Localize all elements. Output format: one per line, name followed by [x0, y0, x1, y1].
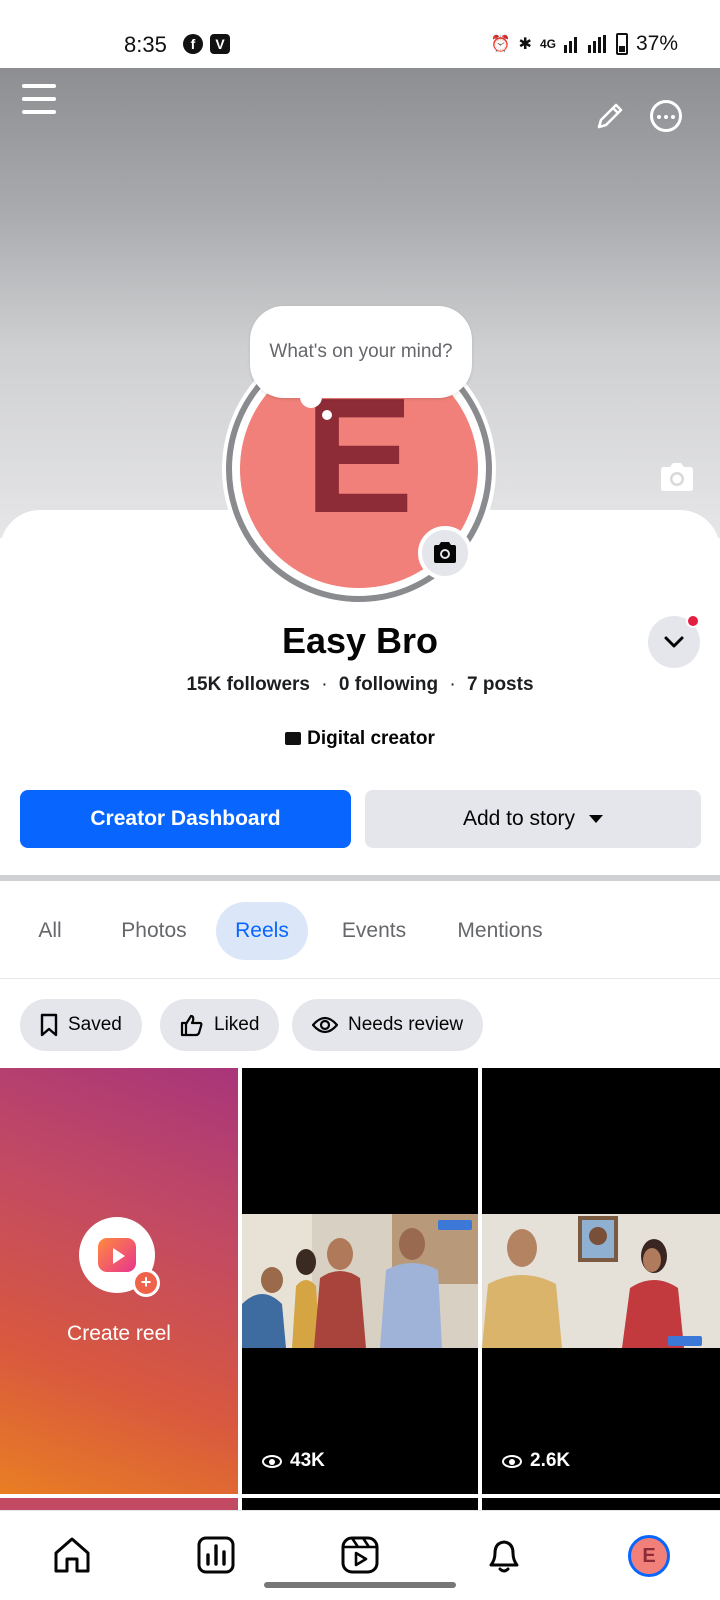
battery-percent: 37% [635, 32, 678, 55]
video-icon[interactable] [338, 1533, 382, 1577]
camera-icon[interactable] [658, 462, 696, 492]
eye-icon [312, 1016, 338, 1034]
view-count: 2.6K [502, 1450, 570, 1472]
bubble-tail [300, 386, 322, 408]
reel-thumbnail[interactable]: 43K [242, 1068, 478, 1494]
status-indicators: ⏰ ✱ 4G 37% [491, 32, 678, 56]
status-bar: 8:35 f V ⏰ ✱ 4G 37% [0, 0, 720, 68]
tab-photos[interactable]: Photos [104, 902, 204, 960]
thought-bubble[interactable]: What's on your mind? [250, 306, 472, 398]
posts-count[interactable]: 7 posts [467, 674, 534, 695]
signal-icon [563, 35, 606, 53]
home-indicator[interactable] [264, 1582, 456, 1588]
more-dots-icon[interactable] [650, 100, 682, 132]
profile-category: Digital creator [0, 728, 720, 750]
reel-preview-image [482, 1214, 720, 1348]
bookmark-icon [40, 1013, 58, 1037]
add-to-story-label: Add to story [462, 807, 576, 830]
tab-label: Events [341, 919, 407, 942]
profile-stats: 15K followers · 0 following · 7 posts [0, 674, 720, 696]
tab-label: All [38, 919, 62, 942]
hamburger-icon[interactable] [22, 84, 56, 116]
tab-label: Photos [121, 919, 187, 942]
v-app-icon: V [210, 34, 230, 54]
tab-reels[interactable]: Reels [216, 902, 308, 960]
followers-count[interactable]: 15K followers [186, 674, 310, 695]
following-count[interactable]: 0 following [339, 674, 438, 695]
camera-icon [434, 542, 456, 563]
plus-icon: + [132, 1269, 160, 1297]
bell-icon[interactable] [482, 1533, 526, 1577]
thought-bubble-text: What's on your mind? [269, 341, 453, 362]
caret-down-icon [589, 815, 604, 823]
chip-needs-review[interactable]: Needs review [292, 999, 484, 1051]
tabs-divider [0, 978, 720, 979]
tab-label: Reels [235, 919, 289, 942]
profile-name: Easy Bro [281, 620, 439, 661]
add-to-story-button[interactable]: Add to story [365, 790, 701, 848]
chip-label: Liked [214, 1014, 260, 1035]
view-count-value: 2.6K [530, 1450, 571, 1471]
play-icon [113, 1248, 125, 1264]
reels-icon [98, 1238, 136, 1272]
create-reel-tile[interactable]: + Create reel [0, 1068, 238, 1494]
tab-mentions[interactable]: Mentions [438, 902, 562, 960]
next-row-tile [482, 1498, 720, 1510]
avatar-letter: E [304, 364, 414, 547]
chip-saved[interactable]: Saved [20, 999, 142, 1051]
view-count: 43K [262, 1450, 325, 1472]
battery-icon [615, 33, 628, 55]
section-divider [0, 875, 720, 881]
chip-label: Needs review [348, 1014, 464, 1035]
avatar-camera-button[interactable] [418, 526, 472, 580]
next-row-tile [0, 1498, 238, 1510]
chip-liked[interactable]: Liked [160, 999, 280, 1051]
eye-icon [502, 1454, 522, 1468]
creator-dashboard-label: Creator Dashboard [90, 807, 281, 830]
next-row-tile [242, 1498, 478, 1510]
separator: · [449, 674, 456, 695]
creator-dashboard-button[interactable]: Creator Dashboard [20, 790, 351, 848]
profile-avatar-tab[interactable]: E [628, 1535, 670, 1577]
separator: · [321, 674, 328, 695]
briefcase-icon [285, 732, 302, 745]
alarm-icon: ⏰ [490, 36, 511, 53]
pencil-icon[interactable] [594, 100, 626, 132]
thumbs-up-icon [180, 1014, 203, 1037]
reel-thumbnail[interactable]: 2.6K [482, 1068, 720, 1494]
notification-dot [686, 614, 700, 628]
bubble-tail-small [322, 410, 332, 420]
facebook-app-icon: f [183, 34, 203, 54]
home-icon[interactable] [50, 1533, 94, 1577]
create-reel-label: Create reel [67, 1322, 171, 1345]
chip-label: Saved [68, 1014, 122, 1035]
reel-preview-image [242, 1214, 478, 1348]
status-time: 8:35 [124, 32, 167, 57]
tab-label: Mentions [457, 919, 543, 942]
tab-all[interactable]: All [20, 902, 80, 960]
tab-events[interactable]: Events [324, 902, 424, 960]
network-type: 4G [539, 37, 556, 51]
bluetooth-icon: ✱ [518, 36, 532, 53]
eye-icon [262, 1454, 282, 1468]
dashboard-icon[interactable] [194, 1533, 238, 1577]
view-count-value: 43K [290, 1450, 325, 1471]
category-label: Digital creator [307, 728, 435, 749]
